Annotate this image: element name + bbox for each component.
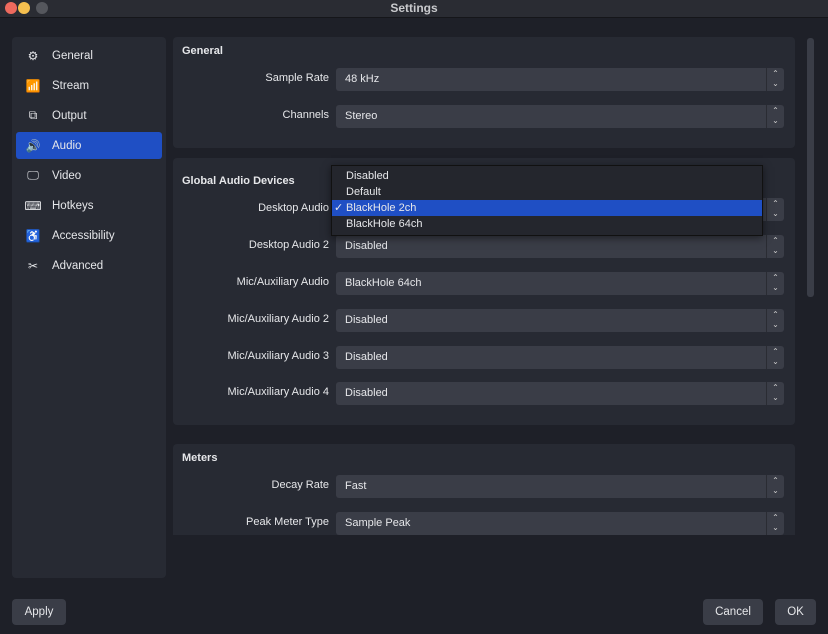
sidebar-item-label: Output <box>52 109 87 122</box>
output-icon: ⧉ <box>28 108 38 122</box>
setting-label: Mic/Auxiliary Audio 3 <box>227 350 330 362</box>
sidebar-item-label: Accessibility <box>52 229 115 242</box>
sample-rate-select[interactable]: 48 kHz ⌃ ⌄ <box>336 68 784 91</box>
settings-sidebar: ⚙ General 📶 Stream ⧉ Output 🔊 Audio 🖵 Video ⌨ Hotke… <box>12 37 166 578</box>
mic-auxiliary-audio-select[interactable]: BlackHole 64ch ⌃ ⌄ <box>336 272 784 295</box>
decay-rate-select[interactable]: Fast ⌃ ⌄ <box>336 475 784 498</box>
setting-row: Mic/Auxiliary Audio 2 Disabled ⌃ ⌄ <box>173 309 795 332</box>
setting-row: Peak Meter Type Sample Peak ⌃ ⌄ <box>173 512 795 535</box>
desktop-audio-2-select[interactable]: Disabled ⌃ ⌄ <box>336 235 784 258</box>
select-value: 48 kHz <box>345 73 380 85</box>
setting-label: Peak Meter Type <box>246 516 329 528</box>
select-value: Disabled <box>345 351 388 363</box>
dropdown-option[interactable]: BlackHole 64ch <box>332 216 762 232</box>
tools-icon: ✂ <box>27 258 39 273</box>
mic-auxiliary-audio-4-select[interactable]: Disabled ⌃ ⌄ <box>336 382 784 405</box>
chevron-up-down-icon: ⌃ ⌄ <box>766 105 784 128</box>
dropdown-option[interactable]: Disabled <box>332 168 762 184</box>
keyboard-icon: ⌨ <box>24 198 42 213</box>
meters-group: Meters Decay Rate Fast ⌃ ⌄ Peak Meter Type Sa… <box>173 444 795 535</box>
mic-auxiliary-audio-2-select[interactable]: Disabled ⌃ ⌄ <box>336 309 784 332</box>
sidebar-item-label: Audio <box>52 139 82 152</box>
chevron-up-down-icon: ⌃ ⌄ <box>766 475 784 498</box>
setting-row: Mic/Auxiliary Audio BlackHole 64ch ⌃ ⌄ <box>173 272 795 295</box>
setting-label: Decay Rate <box>271 479 329 491</box>
select-value: Stereo <box>345 110 378 122</box>
cancel-button[interactable]: Cancel <box>703 599 763 625</box>
sidebar-item-accessibility[interactable]: ♿ Accessibility <box>16 222 162 249</box>
group-title: General <box>182 45 223 57</box>
checkmark-icon: ✓ <box>334 202 344 214</box>
chevron-up-down-icon: ⌃ ⌄ <box>766 235 784 258</box>
chevron-up-down-icon: ⌃ ⌄ <box>766 382 784 405</box>
setting-row: Channels Stereo ⌃ ⌄ <box>173 105 795 128</box>
speaker-icon: 🔊 <box>25 138 41 153</box>
sidebar-item-label: General <box>52 49 93 62</box>
sidebar-item-label: Hotkeys <box>52 199 94 212</box>
chevron-up-down-icon: ⌃ ⌄ <box>766 346 784 369</box>
general-group: General Sample Rate 48 kHz ⌃ ⌄ Channels Stere… <box>173 37 795 148</box>
select-value: Disabled <box>345 314 388 326</box>
sidebar-item-advanced[interactable]: ✂ Advanced <box>16 252 162 279</box>
mic-auxiliary-audio-3-select[interactable]: Disabled ⌃ ⌄ <box>336 346 784 369</box>
select-value: BlackHole 64ch <box>345 277 422 289</box>
peak-meter-type-select[interactable]: Sample Peak ⌃ ⌄ <box>336 512 784 535</box>
sidebar-item-hotkeys[interactable]: ⌨ Hotkeys <box>16 192 162 219</box>
setting-label: Desktop Audio 2 <box>248 239 329 251</box>
chevron-up-down-icon: ⌃ ⌄ <box>766 68 784 91</box>
dropdown-option[interactable]: Default <box>332 184 762 200</box>
sidebar-item-video[interactable]: 🖵 Video <box>16 162 162 189</box>
ok-button[interactable]: OK <box>775 599 816 625</box>
setting-row: Desktop Audio 2 Disabled ⌃ ⌄ <box>173 235 795 258</box>
chevron-up-down-icon: ⌃ ⌄ <box>766 198 784 221</box>
setting-row: Mic/Auxiliary Audio 4 Disabled ⌃ ⌄ <box>173 382 795 405</box>
select-value: Sample Peak <box>345 517 411 529</box>
settings-content: General Sample Rate 48 kHz ⌃ ⌄ Channels Stere… <box>173 37 795 535</box>
apply-button[interactable]: Apply <box>12 599 66 625</box>
setting-label: Mic/Auxiliary Audio <box>236 276 329 288</box>
desktop-audio-dropdown-list: Disabled Default ✓ BlackHole 2ch BlackHole 6… <box>331 165 763 236</box>
chevron-up-down-icon: ⌃ ⌄ <box>766 512 784 535</box>
setting-label: Sample Rate <box>265 72 329 84</box>
dropdown-option[interactable]: ✓ BlackHole 2ch <box>332 200 762 216</box>
window-title: Settings <box>390 1 438 15</box>
select-value: Disabled <box>345 240 388 252</box>
chevron-up-down-icon: ⌃ ⌄ <box>766 309 784 332</box>
setting-label: Channels <box>282 109 329 121</box>
monitor-icon: 🖵 <box>27 168 39 182</box>
setting-row: Decay Rate Fast ⌃ ⌄ <box>173 475 795 498</box>
setting-label: Mic/Auxiliary Audio 4 <box>227 386 330 398</box>
sidebar-item-audio[interactable]: 🔊 Audio <box>16 132 162 159</box>
vertical-scrollbar[interactable] <box>806 37 816 535</box>
title-bar: Settings <box>0 0 828 18</box>
sidebar-item-label: Advanced <box>52 259 104 272</box>
accessibility-icon: ♿ <box>25 228 41 243</box>
sidebar-item-general[interactable]: ⚙ General <box>16 42 162 69</box>
chevron-up-down-icon: ⌃ ⌄ <box>766 272 784 295</box>
scrollbar-thumb[interactable] <box>807 38 814 297</box>
gear-icon: ⚙ <box>27 48 39 63</box>
select-value: Fast <box>345 480 367 492</box>
sidebar-item-label: Video <box>52 169 82 182</box>
setting-row: Sample Rate 48 kHz ⌃ ⌄ <box>173 68 795 91</box>
setting-label: Desktop Audio <box>258 202 329 214</box>
sidebar-item-stream[interactable]: 📶 Stream <box>16 72 162 99</box>
setting-label: Mic/Auxiliary Audio 2 <box>227 313 330 325</box>
select-value: Disabled <box>345 387 388 399</box>
channels-select[interactable]: Stereo ⌃ ⌄ <box>336 105 784 128</box>
group-title: Global Audio Devices <box>182 175 295 187</box>
setting-row: Mic/Auxiliary Audio 3 Disabled ⌃ ⌄ <box>173 346 795 369</box>
sidebar-item-label: Stream <box>52 79 90 92</box>
sidebar-item-output[interactable]: ⧉ Output <box>16 102 162 129</box>
group-title: Meters <box>182 452 218 464</box>
antenna-icon: 📶 <box>25 78 41 93</box>
